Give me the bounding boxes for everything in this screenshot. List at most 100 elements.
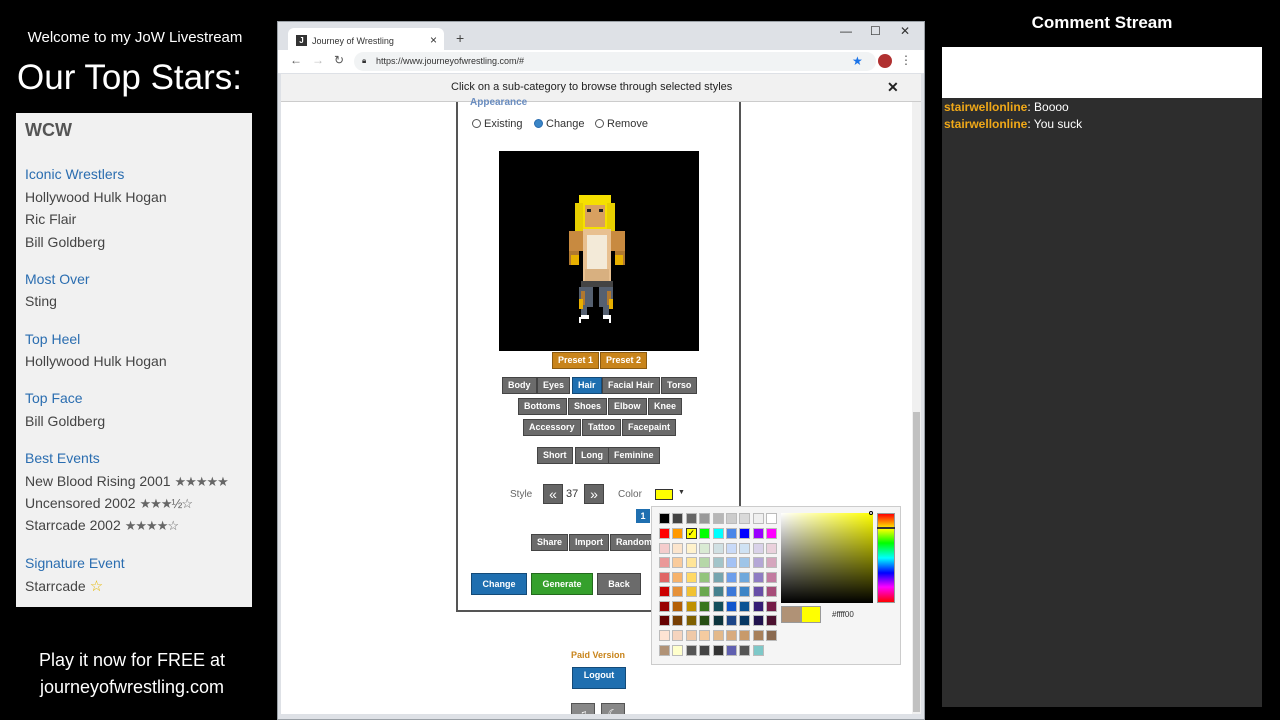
color-swatch[interactable] — [672, 543, 684, 554]
color-swatch[interactable] — [685, 645, 697, 656]
color-swatch[interactable] — [712, 586, 724, 597]
color-swatch[interactable] — [752, 557, 764, 568]
color-swatch[interactable] — [726, 615, 737, 626]
color-swatch[interactable] — [739, 601, 751, 612]
moon-icon[interactable]: ☾ — [601, 703, 625, 714]
category-accessory[interactable]: Accessory — [523, 419, 581, 436]
color-swatch[interactable] — [699, 645, 711, 656]
color-swatch[interactable] — [685, 586, 697, 597]
color-swatch[interactable] — [712, 645, 724, 656]
color-swatch[interactable] — [752, 645, 764, 656]
color-swatch-button[interactable] — [655, 489, 673, 500]
window-close-icon[interactable]: ✕ — [900, 24, 910, 38]
color-swatch[interactable] — [766, 513, 778, 524]
forward-arrow-icon[interactable]: → — [312, 53, 324, 67]
color-swatch[interactable] — [659, 572, 670, 583]
color-swatch[interactable] — [659, 630, 670, 641]
color-swatch[interactable] — [712, 513, 724, 524]
category-shoes[interactable]: Shoes — [568, 398, 608, 415]
category-elbow[interactable]: Elbow — [608, 398, 647, 415]
saturation-handle[interactable] — [869, 511, 873, 515]
category-facepaint[interactable]: Facepaint — [622, 419, 677, 436]
chevron-double-right-icon[interactable]: » — [584, 484, 604, 504]
menu-dots-icon[interactable]: ⋮ — [900, 53, 912, 67]
color-swatch[interactable] — [726, 601, 737, 612]
color-swatch[interactable] — [726, 572, 737, 583]
maximize-icon[interactable]: ☐ — [870, 24, 881, 38]
profile-avatar[interactable] — [878, 54, 892, 68]
page-number-badge[interactable]: 1 — [636, 509, 650, 523]
category-facial-hair[interactable]: Facial Hair — [602, 377, 660, 394]
color-swatch[interactable] — [752, 543, 764, 554]
radio-change[interactable]: Change — [534, 118, 585, 130]
color-swatch[interactable] — [766, 572, 778, 583]
radio-remove[interactable]: Remove — [595, 118, 648, 130]
color-swatch[interactable] — [752, 615, 764, 626]
scroll-thumb[interactable] — [913, 412, 920, 712]
color-swatch[interactable] — [766, 601, 778, 612]
address-bar[interactable]: 🔒︎ https://www.journeyofwrestling.com/# … — [354, 52, 876, 71]
saturation-box[interactable] — [781, 511, 873, 603]
comment-input-area[interactable] — [942, 47, 1262, 98]
subcategory-short[interactable]: Short — [537, 447, 573, 464]
hue-handle[interactable] — [877, 527, 895, 529]
hex-input[interactable]: #ffff00 — [830, 607, 896, 622]
color-swatch[interactable] — [659, 557, 670, 568]
color-swatch[interactable] — [672, 601, 684, 612]
color-swatch[interactable] — [712, 528, 724, 539]
color-swatch[interactable] — [699, 630, 711, 641]
color-swatch[interactable] — [766, 543, 778, 554]
color-swatch[interactable] — [685, 557, 697, 568]
category-bottoms[interactable]: Bottoms — [518, 398, 567, 415]
color-swatch[interactable] — [726, 630, 737, 641]
color-swatch[interactable] — [712, 572, 724, 583]
color-swatch[interactable] — [699, 528, 711, 539]
preset-2-button[interactable]: Preset 2 — [600, 352, 648, 369]
color-swatch[interactable] — [685, 630, 697, 641]
color-swatch[interactable] — [699, 572, 711, 583]
color-swatch[interactable] — [712, 557, 724, 568]
color-swatch[interactable] — [726, 645, 737, 656]
new-tab-icon[interactable]: + — [456, 30, 464, 46]
color-swatch[interactable] — [685, 543, 697, 554]
color-swatch[interactable] — [766, 528, 778, 539]
color-swatch[interactable] — [699, 615, 711, 626]
category-knee[interactable]: Knee — [648, 398, 683, 415]
category-torso[interactable]: Torso — [661, 377, 698, 394]
tab-close-icon[interactable]: × — [430, 33, 437, 47]
page-scrollbar[interactable] — [912, 102, 921, 714]
color-swatch[interactable] — [726, 513, 737, 524]
color-swatch[interactable] — [672, 513, 684, 524]
color-swatch[interactable] — [685, 572, 697, 583]
subcategory-long[interactable]: Long — [575, 447, 609, 464]
category-eyes[interactable]: Eyes — [537, 377, 571, 394]
color-swatch[interactable] — [739, 572, 751, 583]
color-swatch[interactable] — [766, 615, 778, 626]
color-swatch[interactable] — [659, 586, 670, 597]
color-swatch[interactable] — [739, 557, 751, 568]
color-swatch[interactable] — [726, 528, 737, 539]
selected-color-swatch[interactable]: ✓ — [685, 528, 697, 539]
preset-1-button[interactable]: Preset 1 — [552, 352, 600, 369]
color-swatch[interactable] — [752, 513, 764, 524]
bookmark-star-icon[interactable]: ★ — [852, 54, 863, 68]
color-swatch[interactable] — [685, 615, 697, 626]
color-swatch[interactable] — [659, 513, 670, 524]
color-swatch[interactable] — [672, 615, 684, 626]
color-swatch[interactable] — [659, 543, 670, 554]
color-swatch[interactable] — [766, 630, 778, 641]
share-button[interactable]: Share — [531, 534, 569, 551]
color-swatch[interactable] — [726, 543, 737, 554]
color-swatch[interactable] — [752, 601, 764, 612]
color-swatch[interactable] — [739, 645, 751, 656]
color-swatch[interactable] — [739, 630, 751, 641]
color-swatch[interactable] — [739, 586, 751, 597]
color-swatch[interactable] — [739, 615, 751, 626]
color-swatch[interactable] — [712, 630, 724, 641]
color-swatch[interactable] — [672, 630, 684, 641]
color-swatch[interactable] — [685, 513, 697, 524]
banner-close-icon[interactable]: ✕ — [887, 79, 899, 96]
color-swatch[interactable] — [659, 528, 670, 539]
color-swatch[interactable] — [726, 586, 737, 597]
color-swatch[interactable] — [672, 572, 684, 583]
